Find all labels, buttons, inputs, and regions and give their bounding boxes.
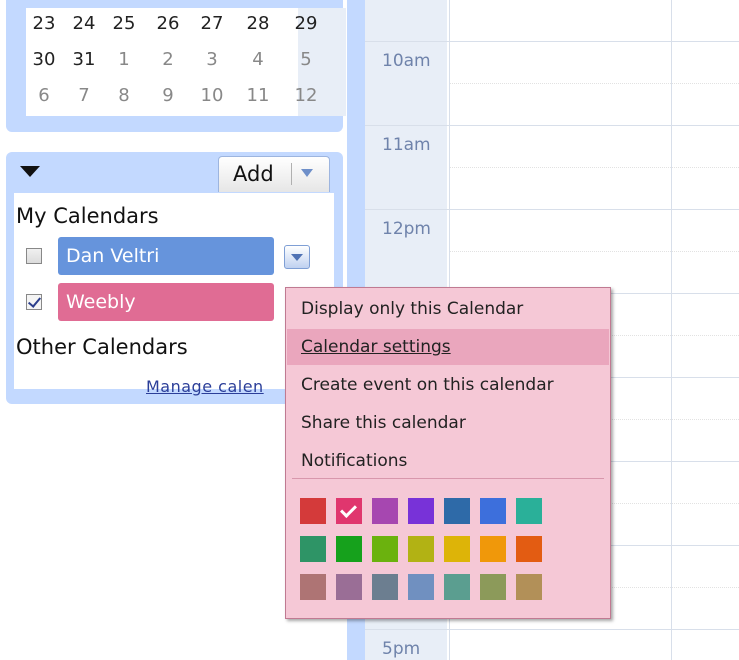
- mini-calendar-week: 30 31 1 2 3 4 5: [26, 44, 346, 76]
- mini-calendar-day[interactable]: 23: [26, 8, 62, 40]
- mini-calendar-day[interactable]: 5: [288, 44, 324, 76]
- mini-calendar-week: 23 24 25 26 27 28 29: [26, 8, 346, 40]
- mini-calendar-day[interactable]: 29: [288, 8, 324, 40]
- half-hour-line: [450, 251, 739, 252]
- add-button-label: Add: [233, 162, 274, 186]
- time-label-5pm: 5pm: [382, 639, 421, 659]
- mini-calendar-day[interactable]: 25: [106, 8, 142, 40]
- menu-item-notifications[interactable]: Notifications: [287, 443, 609, 479]
- hour-line: [365, 125, 739, 126]
- menu-item-share-calendar[interactable]: Share this calendar: [287, 405, 609, 441]
- mini-calendar-day[interactable]: 2: [150, 44, 186, 76]
- time-label-11am: 11am: [382, 135, 431, 155]
- add-button-divider: [291, 163, 292, 185]
- color-swatch[interactable]: [408, 498, 434, 524]
- color-swatch[interactable]: [480, 536, 506, 562]
- mini-calendar-day[interactable]: 11: [240, 80, 276, 112]
- calendar-item-dan-veltri[interactable]: Dan Veltri: [58, 237, 274, 275]
- calendar-checkbox-dan-veltri[interactable]: [26, 248, 42, 264]
- color-swatch[interactable]: [336, 574, 362, 600]
- calendar-checkbox-weebly[interactable]: [26, 294, 42, 310]
- color-swatch[interactable]: [372, 536, 398, 562]
- add-calendar-button[interactable]: Add: [218, 156, 330, 192]
- color-swatch[interactable]: [372, 574, 398, 600]
- other-calendars-heading: Other Calendars: [16, 335, 188, 359]
- color-swatch[interactable]: [300, 574, 326, 600]
- my-calendars-heading: My Calendars: [16, 204, 159, 228]
- menu-item-display-only[interactable]: Display only this Calendar: [287, 291, 609, 327]
- hour-line: [365, 41, 739, 42]
- time-label-10am: 10am: [382, 51, 431, 71]
- menu-item-create-event[interactable]: Create event on this calendar: [287, 367, 609, 403]
- half-hour-line: [450, 83, 739, 84]
- menu-item-label: Notifications: [301, 451, 408, 471]
- calendar-item-weebly[interactable]: Weebly: [58, 283, 274, 321]
- color-swatch[interactable]: [444, 498, 470, 524]
- mini-calendar-day[interactable]: 10: [194, 80, 230, 112]
- color-swatch[interactable]: [444, 574, 470, 600]
- color-swatch[interactable]: [336, 498, 362, 524]
- mini-calendar-day[interactable]: 4: [240, 44, 276, 76]
- color-swatch[interactable]: [516, 498, 542, 524]
- manage-calendars-link[interactable]: Manage calen: [146, 377, 264, 396]
- mini-calendar-day[interactable]: 24: [66, 8, 102, 40]
- color-swatch[interactable]: [480, 574, 506, 600]
- half-hour-line: [450, 167, 739, 168]
- hour-line: [365, 209, 739, 210]
- mini-calendar-day[interactable]: 31: [66, 44, 102, 76]
- mini-calendar-day[interactable]: 30: [26, 44, 62, 76]
- color-swatch[interactable]: [408, 574, 434, 600]
- mini-calendar-day[interactable]: 3: [194, 44, 230, 76]
- color-swatch[interactable]: [516, 536, 542, 562]
- menu-divider: [292, 478, 604, 479]
- mini-calendar-day[interactable]: 12: [288, 80, 324, 112]
- menu-item-label: Calendar settings: [301, 337, 451, 357]
- calendar-context-menu: Display only this Calendar Calendar sett…: [285, 287, 611, 619]
- mini-calendar-day[interactable]: 1: [106, 44, 142, 76]
- color-swatch[interactable]: [480, 498, 506, 524]
- color-swatch[interactable]: [372, 498, 398, 524]
- color-swatch[interactable]: [444, 536, 470, 562]
- color-swatch[interactable]: [516, 574, 542, 600]
- color-swatch[interactable]: [300, 498, 326, 524]
- add-dropdown-icon[interactable]: [301, 169, 313, 177]
- menu-item-calendar-settings[interactable]: Calendar settings: [287, 329, 609, 365]
- mini-calendar-day[interactable]: 9: [150, 80, 186, 112]
- mini-calendar: 23 24 25 26 27 28 29 30 31 1 2 3 4 5 6 7 8 9 10 11 12: [26, 8, 346, 116]
- color-swatch[interactable]: [336, 536, 362, 562]
- mini-calendar-day[interactable]: 28: [240, 8, 276, 40]
- hour-line: [365, 629, 739, 630]
- color-swatch[interactable]: [408, 536, 434, 562]
- time-label-12pm: 12pm: [382, 219, 431, 239]
- mini-calendar-day[interactable]: 26: [150, 8, 186, 40]
- menu-item-label: Share this calendar: [301, 413, 466, 433]
- mini-calendar-day[interactable]: 7: [66, 80, 102, 112]
- mini-calendar-day[interactable]: 8: [106, 80, 142, 112]
- mini-calendar-week: 6 7 8 9 10 11 12: [26, 80, 346, 112]
- collapse-arrow-icon[interactable]: [20, 166, 40, 177]
- mini-calendar-day[interactable]: 27: [194, 8, 230, 40]
- color-swatch[interactable]: [300, 536, 326, 562]
- mini-calendar-day[interactable]: 6: [26, 80, 62, 112]
- day-column-border: [671, 0, 672, 660]
- menu-item-label: Display only this Calendar: [301, 299, 524, 319]
- menu-item-label: Create event on this calendar: [301, 375, 554, 395]
- calendar-options-dropdown-icon[interactable]: [284, 245, 310, 269]
